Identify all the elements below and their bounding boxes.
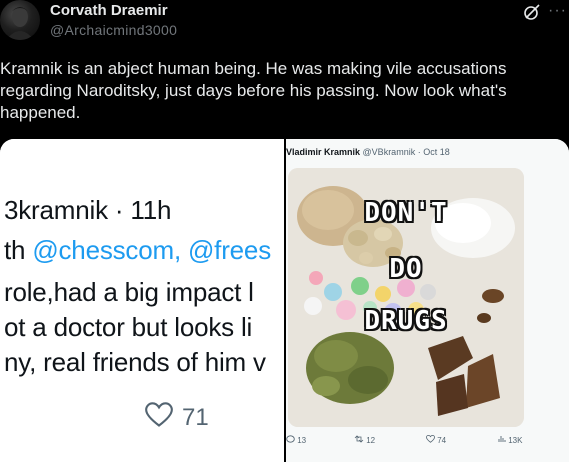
left-screenshot-text-line: role,had a big impact l xyxy=(4,277,254,307)
mention-link: @chesscom, xyxy=(32,235,181,265)
reply-count: 13 xyxy=(297,436,307,445)
author-display-name[interactable]: Corvath Draemir xyxy=(50,2,168,19)
post-header: Corvath Draemir @Archaicmind3000 ··· xyxy=(0,0,569,50)
views-count: 13K xyxy=(508,436,523,445)
like-count: 71 xyxy=(182,404,209,431)
views-icon xyxy=(498,436,506,442)
grok-icon[interactable] xyxy=(523,3,541,21)
avatar[interactable] xyxy=(0,0,40,40)
views-action: 13K xyxy=(498,435,522,445)
heart-icon xyxy=(426,434,435,443)
drugs-photo: DON'T DO DRUGS xyxy=(288,168,524,427)
right-screenshot-date: · Oct 18 xyxy=(417,147,450,157)
image-caption-line: DO xyxy=(389,254,423,284)
repost-icon xyxy=(354,435,364,443)
post-text: Kramnik is an abject human being. He was… xyxy=(0,59,507,122)
like-count: 74 xyxy=(437,436,447,445)
reply-icon xyxy=(286,435,295,443)
heart-icon xyxy=(145,402,173,427)
post-media[interactable]: 3kramnik · 11h th @chesscom, @frees role… xyxy=(0,139,569,462)
right-screenshot[interactable]: Vladimir Kramnik @VBkramnik · Oct 18 DON… xyxy=(286,139,569,462)
left-screenshot-author-line: 3kramnik · 11h xyxy=(4,195,172,225)
right-screenshot-handle: @VBkramnik xyxy=(362,147,416,157)
right-screenshot-author-name: Vladimir Kramnik xyxy=(286,147,361,157)
left-screenshot[interactable]: 3kramnik · 11h th @chesscom, @frees role… xyxy=(0,139,285,462)
repost-action: 12 xyxy=(354,435,375,445)
left-screenshot-text-line: ot a doctor but looks li xyxy=(4,312,253,342)
image-caption-line: DON'T xyxy=(364,198,448,228)
left-screenshot-mention-line: th @chesscom, @frees xyxy=(4,235,271,266)
like-action: 74 xyxy=(426,434,447,445)
left-screenshot-text-line: ny, real friends of him v xyxy=(4,347,266,377)
reply-action: 13 xyxy=(286,435,306,445)
right-screenshot-header: Vladimir Kramnik @VBkramnik · Oct 18 xyxy=(286,147,450,157)
line-text: th xyxy=(4,235,33,265)
author-handle[interactable]: @Archaicmind3000 xyxy=(50,22,177,38)
mention-link: @frees xyxy=(180,235,271,265)
repost-count: 12 xyxy=(366,436,376,445)
more-options-icon[interactable]: ··· xyxy=(548,2,567,20)
image-caption-line: DRUGS xyxy=(364,306,448,336)
right-screenshot-actions: 13 12 74 13K xyxy=(286,434,569,449)
